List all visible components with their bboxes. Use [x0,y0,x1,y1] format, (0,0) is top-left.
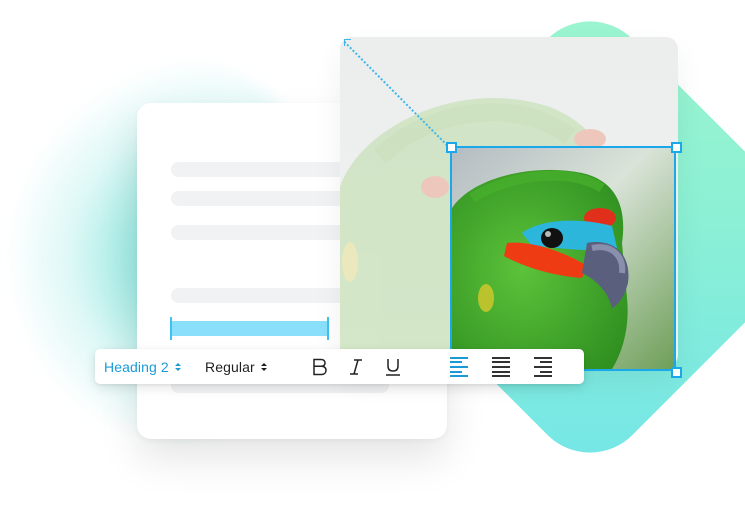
align-justify-icon [492,356,510,378]
parrot-image [452,148,674,369]
italic-button[interactable] [343,354,369,380]
selected-text-highlight[interactable] [170,317,329,340]
align-left-button[interactable] [446,354,472,380]
up-down-chevron-icon [260,362,267,371]
formatting-toolbar: Heading 2 Regular [95,349,584,384]
underline-button[interactable] [380,354,406,380]
crop-handle-top-left[interactable] [446,142,457,153]
align-right-icon [534,356,552,378]
underline-icon [386,359,400,376]
font-weight-value: Regular [205,358,255,375]
bold-icon [313,358,327,376]
heading-style-value: Heading 2 [104,358,169,375]
up-down-chevron-icon [174,362,181,371]
cropped-image-frame[interactable] [450,146,676,371]
crop-handle-top-right[interactable] [671,142,682,153]
italic-icon [350,359,362,375]
crop-handle-bottom-right[interactable] [671,367,682,378]
align-justify-button[interactable] [488,354,514,380]
heading-style-select[interactable]: Heading 2 [104,349,181,384]
align-left-icon [450,356,468,378]
font-weight-select[interactable]: Regular [205,349,267,384]
bold-button[interactable] [307,354,333,380]
align-right-button[interactable] [530,354,556,380]
